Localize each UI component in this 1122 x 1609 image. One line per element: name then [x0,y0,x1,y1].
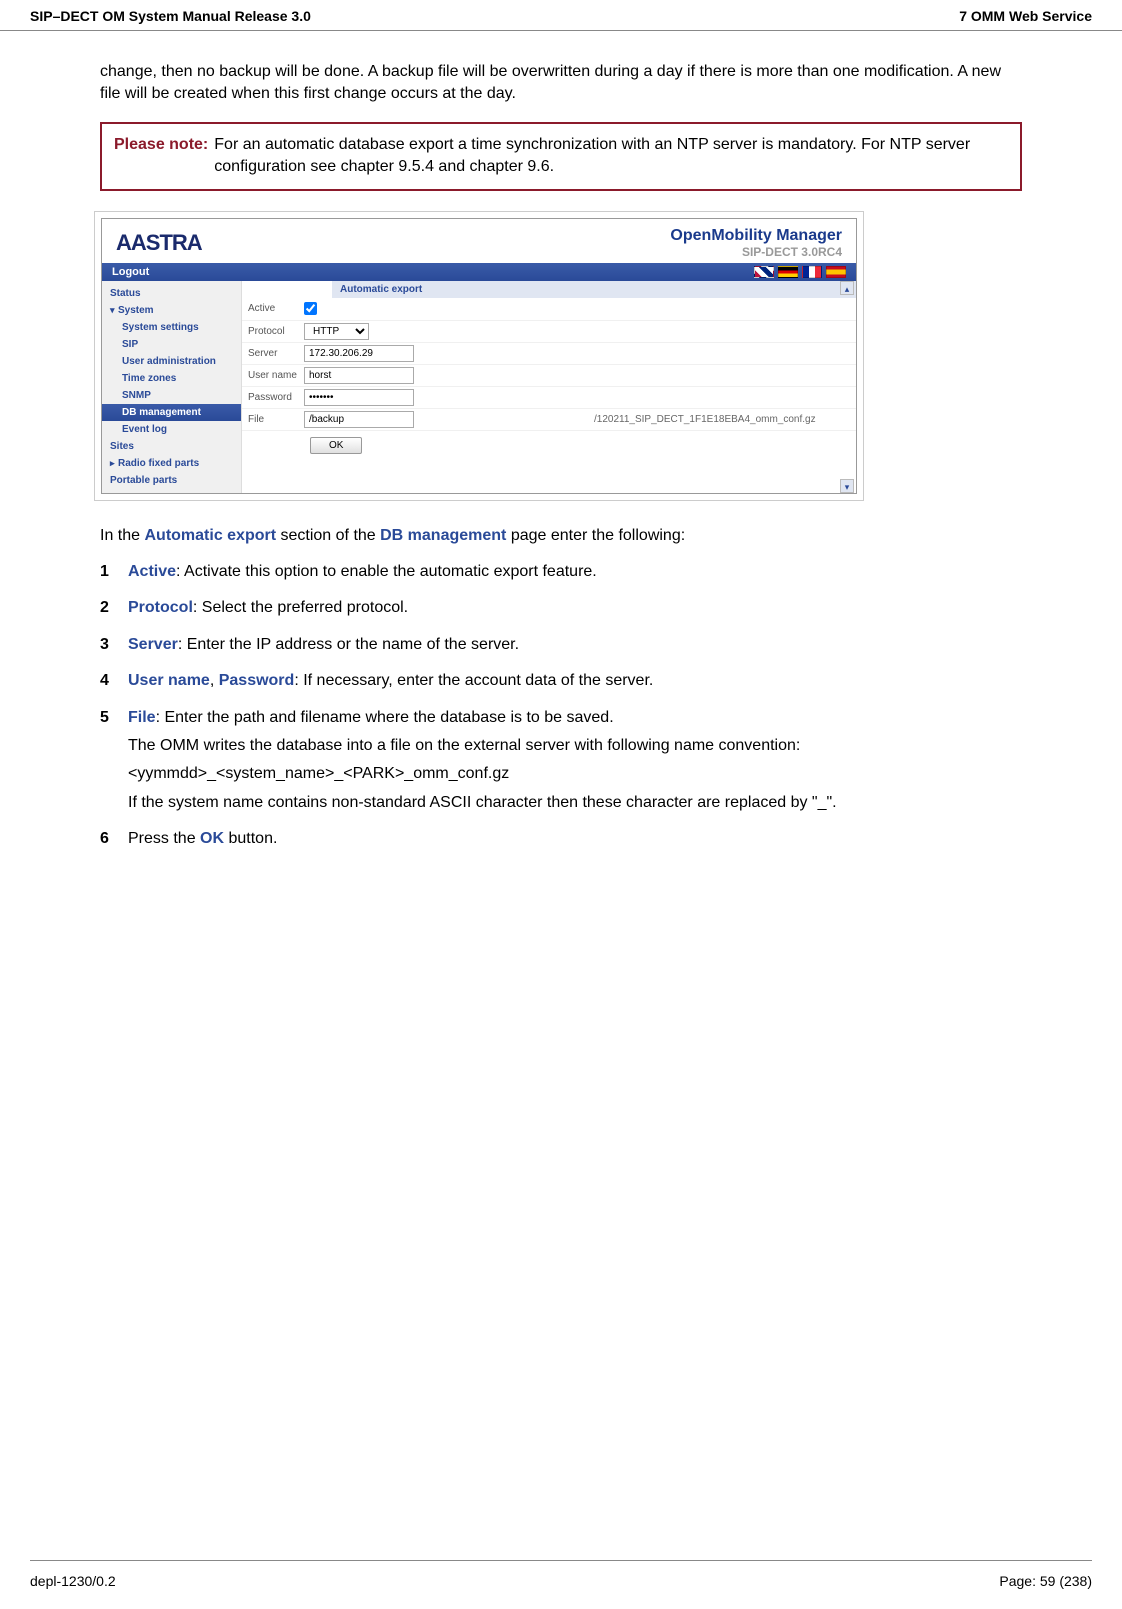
chevron-right-icon: ▸ [110,458,118,469]
server-input[interactable] [304,345,414,362]
file-label: File [242,411,304,428]
chevron-down-icon: ▾ [110,305,118,316]
top-paragraph: change, then no backup will be done. A b… [100,61,1022,106]
language-flags [754,266,846,278]
page-header: SIP–DECT OM System Manual Release 3.0 7 … [0,0,1122,31]
app-title: OpenMobility Manager [670,227,842,245]
logout-link[interactable]: Logout [112,266,149,278]
form-row-protocol: Protocol HTTP [242,321,856,343]
item5-p2: The OMM writes the database into a file … [128,735,1022,757]
sidebar-item-db-management[interactable]: DB management [102,404,241,421]
item3-bold: Server [128,636,178,653]
note-label: Please note: [114,134,208,179]
flag-es-icon[interactable] [826,266,846,278]
form-row-file: File /120211_SIP_DECT_1F1E18EBA4_omm_con… [242,409,856,431]
form-row-username: User name [242,365,856,387]
password-label: Password [242,389,304,406]
sidebar-item-status[interactable]: Status [102,285,241,302]
sidebar-item-snmp[interactable]: SNMP [102,387,241,404]
flag-de-icon[interactable] [778,266,798,278]
app-title-block: OpenMobility Manager SIP-DECT 3.0RC4 [670,227,842,259]
sidebar-item-user-admin[interactable]: User administration [102,353,241,370]
item1-bold: Active [128,563,176,580]
list-item-1: 1 Active: Activate this option to enable… [100,561,1022,583]
password-input[interactable] [304,389,414,406]
sidebar-item-system[interactable]: ▾System [102,302,241,319]
list-item-5: 5 File: Enter the path and filename wher… [100,707,1022,815]
section-header: Automatic export [332,281,856,298]
server-label: Server [242,345,304,362]
sidebar-item-portable[interactable]: Portable parts [102,472,241,489]
sidebar-item-event-log[interactable]: Event log [102,421,241,438]
sidebar-item-time-zones[interactable]: Time zones [102,370,241,387]
ok-button[interactable]: OK [310,437,362,454]
item5-p4: If the system name contains non-standard… [128,792,1022,814]
app-header: AASTRA OpenMobility Manager SIP-DECT 3.0… [102,219,856,263]
item5-bold: File [128,709,156,726]
app-subtitle: SIP-DECT 3.0RC4 [670,245,842,259]
main-panel: ▴ Automatic export Active Protocol HTTP … [242,281,856,493]
logout-bar: Logout [102,263,856,281]
item4-bold1: User name [128,672,210,689]
scroll-down-icon[interactable]: ▾ [840,479,854,493]
file-suffix: /120211_SIP_DECT_1F1E18EBA4_omm_conf.gz [414,414,816,425]
list-item-2: 2 Protocol: Select the preferred protoco… [100,597,1022,619]
username-input[interactable] [304,367,414,384]
intro-bold-1: Automatic export [144,527,276,544]
app-window: AASTRA OpenMobility Manager SIP-DECT 3.0… [101,218,857,494]
username-label: User name [242,367,304,384]
instruction-list: 1 Active: Activate this option to enable… [100,561,1022,851]
sidebar-item-radio[interactable]: ▸Radio fixed parts [102,455,241,472]
intro-line: In the Automatic export section of the D… [100,525,1022,547]
sidebar-item-system-settings[interactable]: System settings [102,319,241,336]
item4-bold2: Password [219,672,295,689]
header-right: 7 OMM Web Service [959,8,1092,24]
protocol-label: Protocol [242,323,304,340]
sidebar: Status ▾System System settings SIP User … [102,281,242,493]
active-label: Active [242,300,304,317]
sidebar-item-sites[interactable]: Sites [102,438,241,455]
flag-fr-icon[interactable] [802,266,822,278]
screenshot-frame: AASTRA OpenMobility Manager SIP-DECT 3.0… [94,211,864,501]
list-item-4: 4 User name, Password: If necessary, ent… [100,670,1022,692]
item5-p3: <yymmdd>_<system_name>_<PARK>_omm_conf.g… [128,763,1022,785]
file-input[interactable] [304,411,414,428]
active-checkbox[interactable] [304,302,317,315]
protocol-select[interactable]: HTTP [304,323,369,340]
form-row-server: Server [242,343,856,365]
header-left: SIP–DECT OM System Manual Release 3.0 [30,8,311,24]
note-box: Please note: For an automatic database e… [100,122,1022,191]
app-body: Status ▾System System settings SIP User … [102,281,856,493]
scroll-up-icon[interactable]: ▴ [840,281,854,295]
page-footer: depl-1230/0.2 Page: 59 (238) [30,1560,1092,1589]
intro-bold-2: DB management [380,527,506,544]
ok-row: OK [242,431,856,464]
brand-logo: AASTRA [116,230,202,256]
list-item-6: 6 Press the OK button. [100,828,1022,850]
form-row-active: Active [242,298,856,321]
footer-right: Page: 59 (238) [999,1573,1092,1589]
list-item-3: 3 Server: Enter the IP address or the na… [100,634,1022,656]
footer-left: depl-1230/0.2 [30,1573,116,1589]
flag-uk-icon[interactable] [754,266,774,278]
note-text: For an automatic database export a time … [214,134,1008,179]
item6-bold: OK [200,830,224,847]
sidebar-item-sip[interactable]: SIP [102,336,241,353]
form-row-password: Password [242,387,856,409]
item2-bold: Protocol [128,599,193,616]
